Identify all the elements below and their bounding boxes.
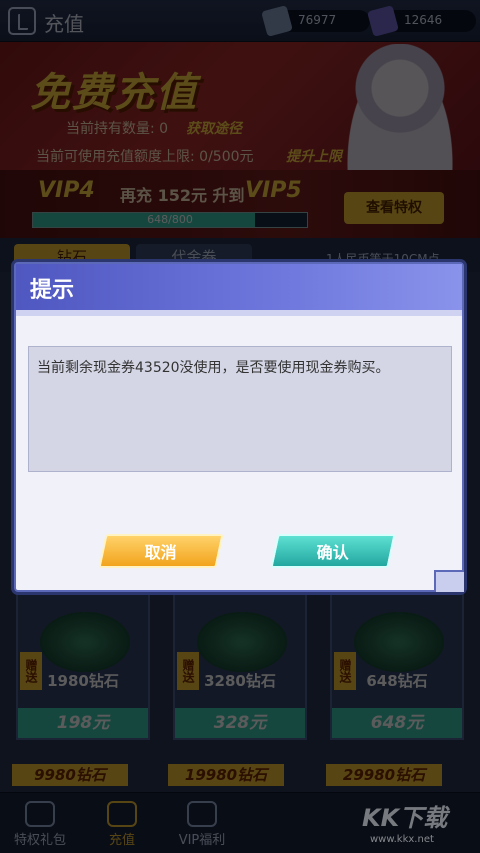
cancel-label: 取消 (144, 543, 177, 562)
dialog-message-box: 当前剩余现金券43520没使用，是否要使用现金券购买。 (28, 346, 452, 472)
watermark-url: www.kkx.net (370, 834, 434, 845)
confirm-label: 确认 (316, 543, 349, 562)
prompt-dialog: 提示 当前剩余现金券43520没使用，是否要使用现金券购买。 取消 确认 (14, 262, 464, 592)
dialog-message: 当前剩余现金券43520没使用，是否要使用现金券购买。 (37, 360, 390, 376)
cancel-button[interactable]: 取消 (98, 534, 224, 568)
dialog-corner-decoration (434, 570, 464, 592)
dialog-header: 提示 (16, 264, 462, 316)
dialog-title: 提示 (30, 278, 75, 303)
confirm-button[interactable]: 确认 (270, 534, 396, 568)
watermark-logo: KK下载 (362, 804, 448, 832)
